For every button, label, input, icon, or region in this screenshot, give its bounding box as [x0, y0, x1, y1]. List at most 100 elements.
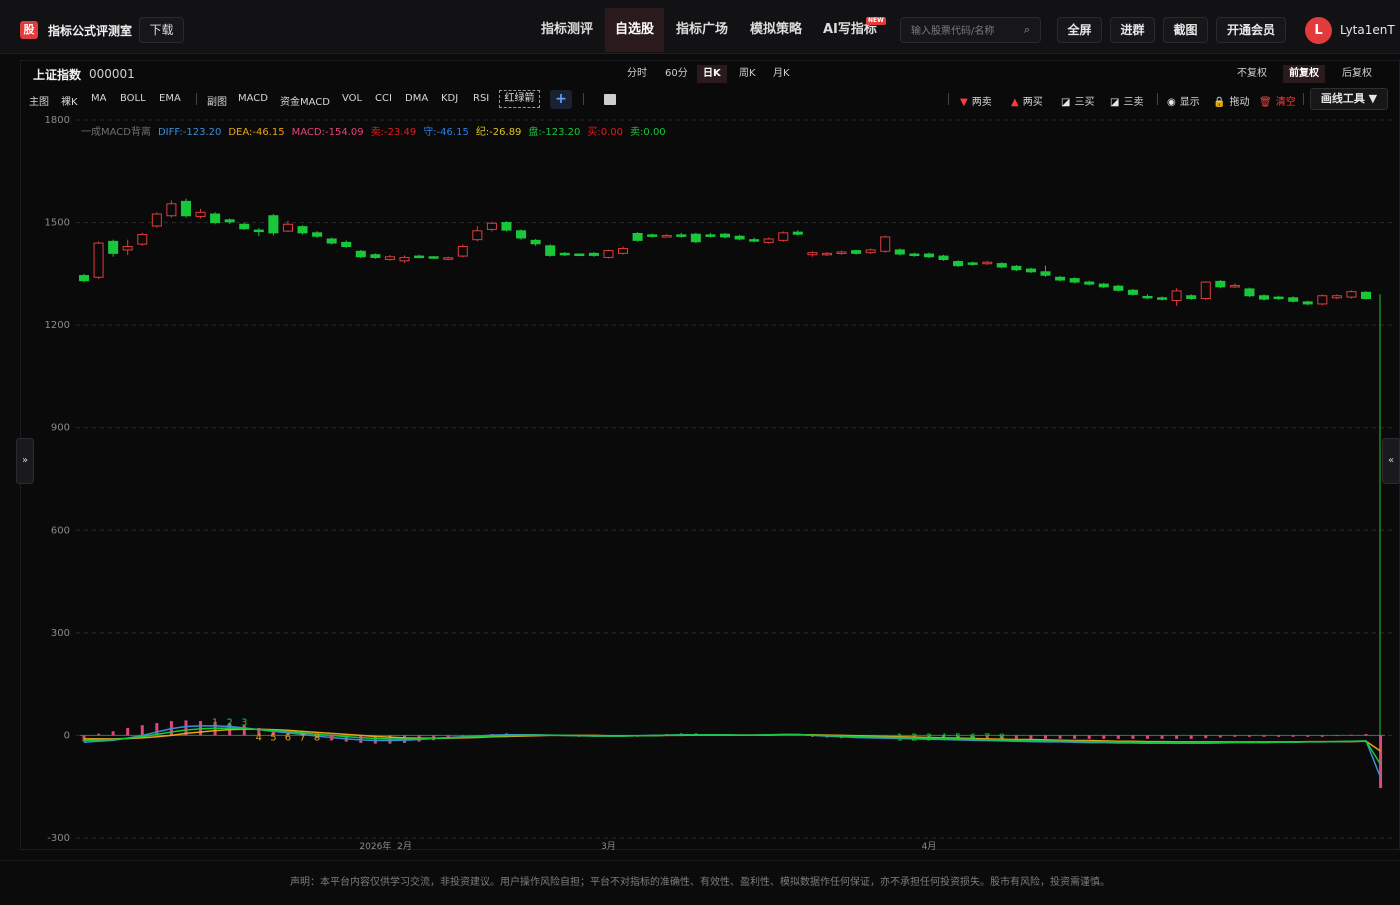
candle-body [1273, 296, 1284, 300]
candle-body [719, 233, 731, 238]
candle-body [1098, 283, 1109, 288]
candle-body [1229, 284, 1240, 288]
candle-body [1171, 290, 1182, 302]
candle-body [1317, 295, 1328, 305]
candle-body [996, 263, 1007, 268]
signal-mark: 6 [969, 732, 975, 743]
candle-body [93, 242, 104, 278]
candle-body [1331, 295, 1342, 299]
candle-body [137, 234, 148, 245]
candle-body [1055, 276, 1066, 281]
candle-body [690, 233, 701, 243]
y-tick-label: 600 [51, 525, 70, 536]
candle-body [1127, 289, 1138, 295]
candle-body [355, 250, 366, 258]
signal-mark: 8 [314, 732, 320, 743]
signal-mark: 7 [984, 732, 990, 743]
candle-body [909, 253, 920, 257]
candle-body [1215, 280, 1226, 288]
candle-body [1360, 291, 1372, 299]
signal-mark: 2 [911, 732, 917, 743]
y-tick-label: 1200 [45, 320, 70, 331]
candle-body [239, 223, 250, 230]
candle-body [180, 200, 191, 217]
candle-body [749, 239, 760, 242]
candle-body [501, 222, 512, 231]
candle-body [967, 262, 978, 265]
candle-body [1025, 268, 1036, 273]
candle-body [151, 213, 162, 227]
candle-body [1259, 295, 1270, 300]
candle-body [486, 222, 497, 230]
candle-body [1113, 285, 1124, 291]
signal-mark: 9 [328, 732, 334, 743]
candle-body [894, 249, 905, 255]
x-tick-label: 2026年 [359, 840, 391, 852]
candle-body [443, 257, 454, 260]
candle-body [880, 236, 891, 252]
candle-body [326, 238, 337, 244]
candle-body [1288, 297, 1299, 302]
signal-mark: 8 [999, 732, 1005, 743]
y-tick-label: -300 [47, 833, 70, 844]
candle-body [399, 256, 410, 262]
y-tick-label: 1800 [45, 115, 70, 126]
candle-body [851, 250, 862, 254]
signal-mark: 1 [897, 732, 903, 743]
candle-body [953, 261, 964, 267]
candle-body [632, 233, 643, 241]
diff-line [83, 725, 1382, 778]
y-tick-label: 900 [51, 423, 70, 434]
candle-body [821, 252, 832, 256]
candle-body [341, 241, 352, 248]
signal-mark: 1 [212, 717, 218, 728]
candle-body [1084, 281, 1095, 285]
y-tick-label: 300 [51, 628, 70, 639]
signal-mark: 5 [955, 732, 961, 743]
candle-body [268, 215, 279, 234]
candle-body [1157, 297, 1168, 300]
candle-body [865, 249, 876, 254]
candle-body [384, 256, 395, 260]
candle-body [588, 252, 599, 256]
y-tick-label: 1500 [45, 218, 70, 229]
candle-body [763, 238, 774, 243]
candle-body [253, 229, 264, 233]
candle-body [312, 232, 323, 237]
candle-body [603, 250, 614, 258]
candle-body [792, 231, 803, 235]
candle-body [1011, 265, 1022, 271]
candle-body [1069, 278, 1080, 283]
candle-body [414, 255, 425, 259]
candle-body [574, 253, 585, 257]
signal-mark: 3 [241, 717, 247, 728]
kline-chart[interactable]: 1800150012009006003000-3002026年 2月 3月 4月1 2 3… [0, 0, 1400, 860]
candle-body [428, 256, 439, 259]
candle-body [1346, 291, 1357, 298]
signal-mark: 3 [926, 732, 932, 743]
signal-mark: 5 [270, 732, 276, 743]
candle-body [982, 261, 993, 265]
x-tick-label: 2月 [397, 841, 412, 852]
candle-body [78, 275, 90, 282]
candle-body [457, 246, 468, 257]
candle-body [1302, 301, 1313, 305]
candle-body [210, 213, 221, 224]
candle-body [1142, 295, 1153, 299]
candle-body [224, 219, 235, 223]
candle-body [618, 248, 629, 254]
candle-body [1244, 288, 1255, 297]
candle-body [836, 251, 847, 254]
y-tick-label: 0 [64, 730, 70, 741]
candle-body [647, 234, 658, 237]
candle-body [938, 255, 949, 260]
signal-line [83, 727, 1382, 765]
candle-body [530, 239, 541, 245]
signal-mark: 7 [299, 732, 305, 743]
disclaimer: 声明：本平台内容仅供学习交流，非投资建议。用户操作风险自担；平台不对指标的准确性… [0, 860, 1400, 900]
candle-body [472, 230, 483, 241]
candle-body [923, 253, 934, 258]
x-tick-label: 4月 [922, 841, 937, 852]
candle-body [559, 252, 570, 256]
signal-mark: 6 [285, 732, 291, 743]
